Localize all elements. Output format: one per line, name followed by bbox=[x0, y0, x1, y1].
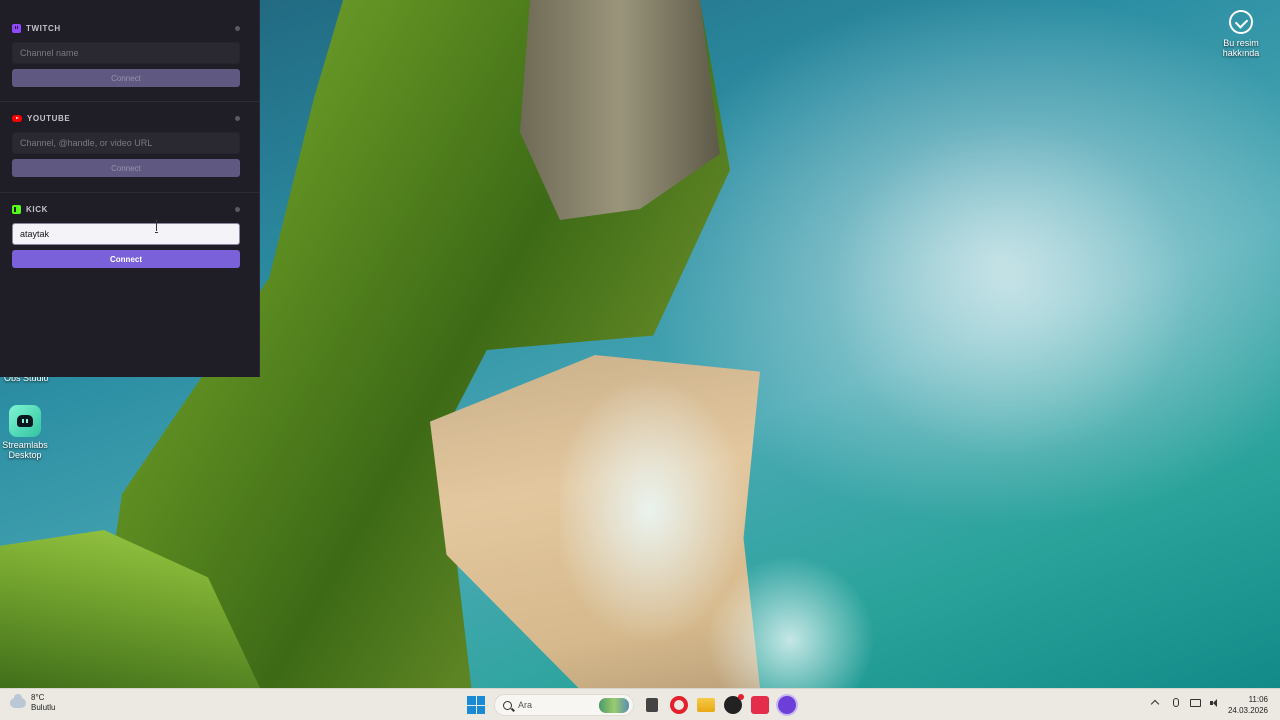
file-app-icon[interactable] bbox=[646, 698, 658, 712]
about-image-label: Bu resim hakkında bbox=[1222, 38, 1260, 58]
youtube-channel-input[interactable] bbox=[12, 132, 240, 154]
weather-description: Bulutlu bbox=[31, 703, 56, 712]
chevron-up-icon[interactable] bbox=[1150, 698, 1160, 708]
obs-studio-taskbar-icon[interactable] bbox=[724, 694, 744, 714]
opera-browser-icon[interactable] bbox=[670, 696, 688, 714]
kick-channel-input[interactable] bbox=[12, 223, 240, 245]
twitch-status-dot bbox=[235, 25, 240, 31]
streamlabs-desktop-icon[interactable]: Streamlabs Desktop bbox=[0, 405, 53, 460]
clock-date: 24.03.2026 bbox=[1227, 706, 1268, 715]
weather-widget[interactable]: 8°C Bulutlu bbox=[10, 693, 55, 713]
youtube-connect-button[interactable]: Connect bbox=[12, 159, 240, 177]
text-cursor-icon bbox=[155, 220, 159, 233]
about-image-desktop-icon[interactable]: Bu resim hakkında bbox=[1213, 10, 1269, 58]
wallpaper-surf bbox=[560, 300, 980, 688]
speaker-icon[interactable] bbox=[1210, 698, 1220, 708]
taskbar-apps: Ara bbox=[467, 693, 796, 717]
twitch-section: TWITCH Connect bbox=[0, 20, 260, 87]
youtube-status-dot bbox=[235, 115, 240, 121]
streamlabs-label: Streamlabs Desktop bbox=[2, 440, 48, 460]
file-explorer-icon[interactable] bbox=[697, 698, 715, 712]
kick-icon bbox=[12, 204, 21, 214]
twitch-connect-button[interactable]: Connect bbox=[12, 69, 240, 87]
start-button[interactable] bbox=[467, 696, 485, 714]
kick-section: KICK Connect bbox=[0, 201, 260, 268]
search-icon bbox=[503, 700, 512, 710]
kick-header: KICK bbox=[12, 201, 248, 217]
divider bbox=[0, 192, 260, 193]
search-placeholder: Ara bbox=[518, 700, 533, 710]
clock[interactable]: 11:06 24.03.2026 bbox=[1228, 694, 1268, 716]
microphone-icon[interactable] bbox=[1170, 698, 1180, 708]
streamlabs-icon bbox=[9, 405, 41, 437]
network-icon[interactable] bbox=[1190, 698, 1201, 708]
kick-title: KICK bbox=[26, 204, 48, 214]
taskbar-search[interactable]: Ara bbox=[494, 694, 634, 716]
taskbar: 8°C Bulutlu Ara 11:06 24.03.2026 bbox=[0, 688, 1280, 720]
search-highlight-image bbox=[599, 698, 629, 713]
twitch-icon bbox=[12, 23, 21, 33]
stream-connect-panel: TWITCH Connect YOUTUBE Connect KICK bbox=[0, 0, 260, 377]
twitch-channel-input[interactable] bbox=[12, 42, 240, 64]
kick-status-dot bbox=[235, 206, 240, 212]
youtube-icon bbox=[12, 114, 22, 122]
youtube-title: YOUTUBE bbox=[27, 113, 71, 123]
stream-app-taskbar-icon[interactable] bbox=[778, 696, 796, 714]
divider bbox=[0, 101, 260, 102]
cloud-icon bbox=[10, 694, 26, 708]
kick-connect-button[interactable]: Connect bbox=[12, 250, 240, 268]
clock-time: 11:06 bbox=[1248, 695, 1268, 704]
youtube-header: YOUTUBE bbox=[12, 110, 248, 126]
system-tray bbox=[1150, 698, 1220, 708]
youtube-section: YOUTUBE Connect bbox=[0, 110, 260, 177]
red-app-icon[interactable] bbox=[751, 696, 769, 714]
weather-temperature: 8°C bbox=[31, 693, 45, 702]
twitch-header: TWITCH bbox=[12, 20, 248, 36]
twitch-title: TWITCH bbox=[26, 23, 61, 33]
about-image-icon bbox=[1229, 10, 1253, 34]
